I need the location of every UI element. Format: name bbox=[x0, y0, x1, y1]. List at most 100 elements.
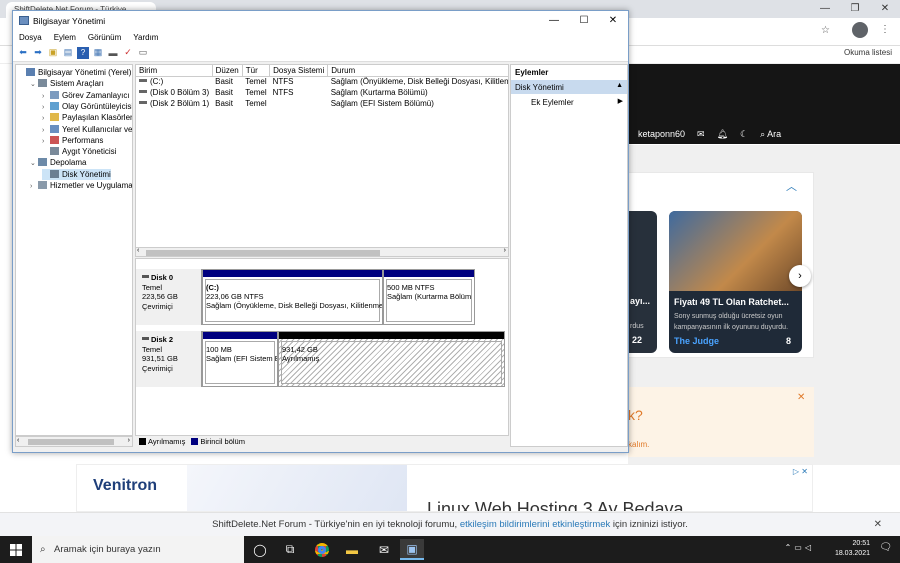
tree-item[interactable]: › Olay Görüntüleyicisi bbox=[42, 101, 132, 112]
table-row[interactable]: (Disk 2 Bölüm 1) Basit Temel Sağlam (EFI Si… bbox=[136, 98, 508, 109]
clock[interactable]: 20:51 18.03.2021 bbox=[835, 539, 870, 559]
cell-text: Basit bbox=[215, 77, 233, 87]
tree-scroll-thumb[interactable] bbox=[28, 439, 114, 445]
table-cell: (Disk 0 Bölüm 3) bbox=[136, 87, 212, 98]
featured-card-left[interactable] bbox=[628, 211, 657, 353]
table-row[interactable]: (Disk 0 Bölüm 3) Basit Temel NTFS Sağlam (Ku… bbox=[136, 87, 508, 98]
tree-item[interactable]: › Performans bbox=[42, 135, 103, 146]
start-button[interactable] bbox=[0, 536, 32, 563]
site-search-button[interactable]: ⌕ Ara bbox=[760, 129, 781, 140]
tree-item[interactable]: › Görev Zamanlayıcı bbox=[42, 90, 130, 101]
disk-icon[interactable]: ▬ bbox=[107, 47, 119, 59]
menu-help[interactable]: Yardım bbox=[127, 31, 164, 44]
close-button[interactable]: ✕ bbox=[598, 11, 628, 31]
scroll-right-icon[interactable]: › bbox=[128, 437, 130, 444]
partition-block[interactable]: (C:) 223,06 GB NTFS Sağlam (Önyükleme, Dis… bbox=[202, 269, 383, 325]
minimize-button[interactable]: — bbox=[539, 11, 569, 31]
chrome-icon[interactable] bbox=[310, 539, 334, 560]
ad-close-icon[interactable]: ▷ ✕ bbox=[793, 467, 808, 476]
task-view-icon[interactable]: ◯ bbox=[248, 539, 272, 560]
tree-item[interactable]: ›Yerel Kullanıcılar ve Gru bbox=[42, 124, 132, 135]
partition-block[interactable]: 100 MB Sağlam (EFI Sistem B bbox=[202, 331, 278, 387]
volume-icon[interactable]: ◁ bbox=[805, 543, 814, 552]
list-view-icon[interactable]: ▭ bbox=[137, 47, 149, 59]
tree-node-icon bbox=[50, 135, 59, 144]
mail-app-icon[interactable]: ✉ bbox=[372, 539, 396, 560]
browser-restore-button[interactable]: ❐ bbox=[840, 0, 870, 18]
list-horizontal-scrollbar[interactable]: ‹ › bbox=[135, 247, 509, 257]
bell-icon[interactable]: 🔔︎ bbox=[717, 129, 728, 140]
browser-menu-icon[interactable]: ⋮ bbox=[880, 24, 890, 35]
tree-item[interactable]: Aygıt Yöneticisi bbox=[42, 146, 116, 157]
card-author[interactable]: The Judge bbox=[674, 336, 719, 346]
list-scroll-right-icon[interactable]: › bbox=[504, 247, 506, 254]
menu-view[interactable]: Görünüm bbox=[82, 31, 127, 44]
help-icon[interactable]: ? bbox=[77, 46, 89, 59]
column-header[interactable]: Tür bbox=[242, 65, 271, 77]
star-icon[interactable]: ☆ bbox=[821, 25, 830, 36]
actions-pane: Eylemler Disk Yönetimi ▲ Ek Eylemler ▶ bbox=[510, 64, 628, 447]
column-header[interactable]: Durum bbox=[327, 65, 508, 77]
back-arrow-icon[interactable]: ⬅ bbox=[17, 47, 29, 59]
tray-chevron-icon[interactable]: ⌃ bbox=[785, 543, 795, 552]
site-username[interactable]: ketaponn60 bbox=[638, 129, 685, 139]
collapse-triangle-icon[interactable]: ▲ bbox=[616, 82, 623, 89]
taskbar-search[interactable]: ⌕ Aramak için buraya yazın bbox=[32, 536, 244, 563]
collapsed-chevron-icon[interactable]: › bbox=[30, 181, 38, 192]
actions-more[interactable]: Ek Eylemler ▶ bbox=[511, 95, 627, 109]
volume-icon bbox=[139, 79, 147, 83]
tree-item[interactable]: › Paylaşılan Klasörler bbox=[42, 112, 132, 123]
maximize-button[interactable]: ☐ bbox=[569, 11, 599, 31]
unallocated-partition[interactable]: 931,42 GB Ayrılmamış bbox=[278, 331, 505, 387]
column-header[interactable]: Birim bbox=[136, 65, 213, 77]
disk-icon bbox=[142, 275, 149, 278]
window-titlebar[interactable]: Bilgisayar Yönetimi — ☐ ✕ bbox=[13, 11, 628, 31]
profile-avatar[interactable] bbox=[852, 22, 868, 38]
table-row[interactable]: (C:) Basit Temel NTFS Sağlam (Önyükleme, Dis… bbox=[136, 76, 508, 87]
action-center-icon[interactable]: 🗨︎ bbox=[879, 542, 892, 553]
actions-disk-management[interactable]: Disk Yönetimi ▲ bbox=[511, 80, 627, 94]
reading-list-button[interactable]: Okuma listesi bbox=[844, 48, 892, 57]
chevron-up-icon[interactable]: ︿ bbox=[786, 178, 797, 194]
expand-chevron-icon[interactable]: ⌄ bbox=[30, 79, 38, 90]
moon-icon[interactable]: ☾ bbox=[740, 129, 748, 140]
tree-item[interactable]: Disk Yönetimi bbox=[42, 168, 111, 180]
up-folder-icon[interactable]: ▣ bbox=[47, 47, 59, 59]
menu-file[interactable]: Dosya bbox=[13, 31, 48, 44]
tree-item[interactable]: Bilgisayar Yönetimi (Yerel) bbox=[18, 67, 131, 78]
disk-label[interactable]: Disk 0 Temel 223,56 GB Çevrimiçi bbox=[136, 269, 202, 325]
browser-close-button[interactable]: ✕ bbox=[870, 0, 900, 18]
tree-item[interactable]: ⌄ Sistem Araçları bbox=[30, 78, 104, 89]
promo-close-icon[interactable]: ✕ bbox=[797, 392, 805, 403]
file-explorer-icon[interactable]: ▬ bbox=[340, 539, 364, 560]
list-scroll-thumb[interactable] bbox=[146, 250, 380, 256]
tree-item[interactable]: › Hizmetler ve Uygulamalar bbox=[30, 180, 132, 192]
partition-block[interactable]: 500 MB NTFS Sağlam (Kurtarma Bölüm bbox=[383, 269, 475, 325]
expand-chevron-icon[interactable]: ⌄ bbox=[30, 158, 38, 169]
menu-action[interactable]: Eylem bbox=[48, 31, 82, 44]
tree-item[interactable]: ⌄ Depolama bbox=[30, 157, 86, 168]
show-hide-tree-icon[interactable]: ▤ bbox=[62, 47, 74, 59]
table-cell: Temel bbox=[242, 98, 269, 109]
properties-icon[interactable]: ▦ bbox=[92, 47, 104, 59]
tree-horizontal-scrollbar[interactable]: ‹ › bbox=[15, 436, 133, 447]
carousel-next-button[interactable]: › bbox=[789, 265, 811, 287]
featured-card-right[interactable]: Fiyatı 49 TL Olan Ratchet... Sony sunmuş… bbox=[669, 211, 802, 353]
mail-icon[interactable]: ✉ bbox=[697, 129, 705, 140]
scroll-left-icon[interactable]: ‹ bbox=[17, 437, 19, 444]
widgets-icon[interactable]: ⧉ bbox=[278, 539, 302, 560]
list-scroll-left-icon[interactable]: ‹ bbox=[137, 247, 139, 254]
check-icon[interactable]: ✓ bbox=[122, 47, 134, 59]
browser-minimize-button[interactable]: — bbox=[810, 0, 840, 18]
forward-arrow-icon[interactable]: ➡ bbox=[32, 47, 44, 59]
notification-close-icon[interactable]: ✕ bbox=[874, 513, 882, 536]
search-icon: ⌕ bbox=[40, 544, 46, 555]
column-header[interactable]: Dosya Sistemi bbox=[269, 65, 329, 77]
disk-label[interactable]: Disk 2 Temel 931,51 GB Çevrimiçi bbox=[136, 331, 202, 387]
column-header[interactable]: Düzen bbox=[212, 65, 243, 77]
notification-link[interactable]: etkileşim bildirimlerini etkinleştirmek bbox=[460, 519, 610, 530]
window-title: Bilgisayar Yönetimi bbox=[33, 16, 106, 26]
network-icon[interactable]: ▭ bbox=[794, 543, 805, 552]
computer-management-taskbar-icon[interactable]: ▣ bbox=[400, 539, 424, 560]
ad-banner[interactable]: Venitron Linux Web Hosting 3 Ay Bedava ▷… bbox=[76, 464, 813, 512]
